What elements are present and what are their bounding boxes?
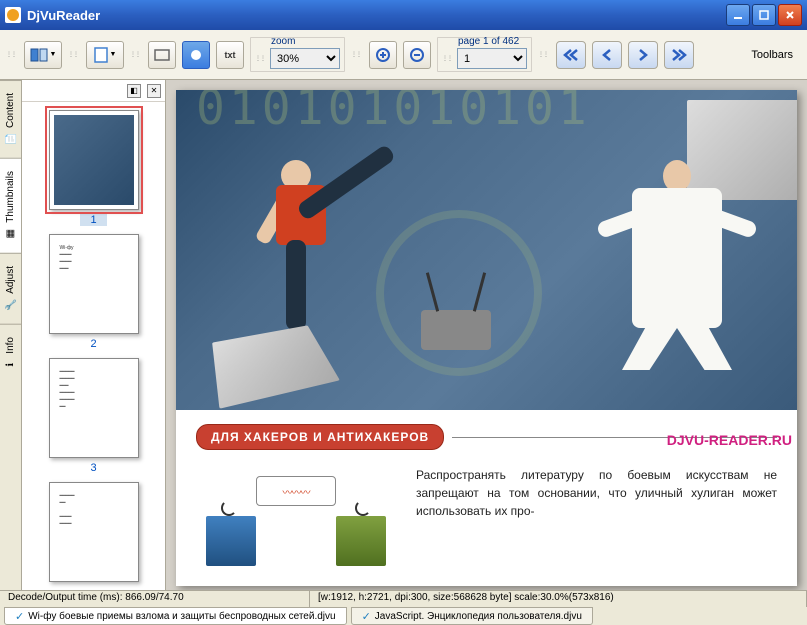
app-title: DjVuReader [27, 8, 726, 23]
thumb-image[interactable]: ━━━━━━━━━━━━━━━ [49, 482, 139, 582]
page-select[interactable]: 1 [457, 48, 527, 69]
last-page-button[interactable] [664, 41, 694, 69]
prev-page-button[interactable] [592, 41, 622, 69]
thumbnails-icon: ▦ [4, 227, 18, 241]
next-page-button[interactable] [628, 41, 658, 69]
toolbar-grip[interactable]: ⋮⋮ [351, 51, 361, 58]
view-mode-button[interactable]: ▼ [24, 41, 62, 69]
tab-adjust[interactable]: 🔧 Adjust [0, 253, 21, 324]
thumbnail-panel: ◧ ✕ 1 Wi-фу━━━━━━━━━━━ 2 ━━━━━━━━━━━━━━━… [22, 80, 166, 590]
status-info: [w:1912, h:2721, dpi:300, size:568628 by… [310, 591, 807, 607]
page-label: page 1 of 462 [458, 36, 519, 47]
toolbar-grip[interactable]: ⋮⋮ [538, 51, 548, 58]
adjust-icon: 🔧 [4, 298, 18, 312]
page-layout-button[interactable]: ▼ [86, 41, 124, 69]
close-button[interactable] [778, 4, 802, 26]
banner-text: ДЛЯ ХАКЕРОВ И АНТИХАКЕРОВ [196, 424, 444, 450]
document-viewport[interactable]: ДЛЯ ХАКЕРОВ И АНТИХАКЕРОВ DJVU-READER.RU… [166, 80, 807, 590]
page-cover-image [176, 90, 797, 410]
thumb-image[interactable] [49, 110, 139, 210]
zoom-out-button[interactable] [403, 41, 431, 69]
check-icon: ✓ [362, 610, 371, 623]
titlebar: DjVuReader [0, 0, 807, 30]
toolbar-grip[interactable]: ⋮⋮ [255, 55, 265, 62]
status-bar: Decode/Output time (ms): 866.09/74.70 [w… [0, 590, 807, 607]
tab-thumbnails[interactable]: ▦ Thumbnails [0, 158, 21, 253]
network-diagram: 〰〰〰 [196, 466, 396, 566]
toolbar-grip[interactable]: ⋮⋮ [442, 55, 452, 62]
thumb-number: 2 [90, 338, 96, 350]
tab-info[interactable]: ℹ Info [0, 324, 21, 384]
content-icon: 📄 [4, 132, 18, 146]
fullscreen-button[interactable] [148, 41, 176, 69]
thumb-item[interactable]: Wi-фу━━━━━━━━━━━ 2 [30, 234, 157, 350]
thumb-close-button[interactable]: ✕ [147, 84, 161, 98]
side-tabs: 📄 Content ▦ Thumbnails 🔧 Adjust ℹ Info [0, 80, 22, 590]
doc-tab-label: JavaScript. Энциклопедия пользователя.dj… [375, 611, 582, 622]
thumb-panel-header: ◧ ✕ [22, 80, 165, 102]
toolbars-menu[interactable]: Toolbars [743, 49, 801, 61]
text-mode-button[interactable]: txt [216, 41, 244, 69]
thumb-list[interactable]: 1 Wi-фу━━━━━━━━━━━ 2 ━━━━━━━━━━━━━━━━━━━… [22, 102, 165, 588]
thumb-item[interactable]: 1 [30, 110, 157, 226]
thumb-item[interactable]: ━━━━━━━━━━━━━━━ [30, 482, 157, 582]
thumb-image[interactable]: ━━━━━━━━━━━━━━━━━━━━━━━━━ [49, 358, 139, 458]
toolbar-grip[interactable]: ⋮⋮ [68, 51, 78, 58]
thumb-number: 1 [80, 214, 106, 226]
first-page-button[interactable] [556, 41, 586, 69]
thumb-item[interactable]: ━━━━━━━━━━━━━━━━━━━━━━━━━ 3 [30, 358, 157, 474]
info-icon: ℹ [4, 357, 18, 371]
doc-tab[interactable]: ✓ JavaScript. Энциклопедия пользователя.… [351, 607, 593, 625]
toolbar: ⋮⋮ ▼ ⋮⋮ ▼ ⋮⋮ txt ⋮⋮ zoom 30% ⋮⋮ ⋮⋮ page … [0, 30, 807, 80]
toolbar-grip[interactable]: ⋮⋮ [6, 51, 16, 58]
watermark: DJVU-READER.RU [667, 432, 792, 448]
doc-tab-label: Wi-фу боевые приемы взлома и защиты бесп… [28, 611, 335, 622]
zoom-label: zoom [271, 36, 295, 47]
app-icon [5, 7, 21, 23]
page-render: ДЛЯ ХАКЕРОВ И АНТИХАКЕРОВ DJVU-READER.RU… [176, 90, 797, 586]
main-area: 📄 Content ▦ Thumbnails 🔧 Adjust ℹ Info ◧… [0, 80, 807, 590]
chevron-down-icon: ▼ [50, 51, 57, 58]
tab-content[interactable]: 📄 Content [0, 80, 21, 158]
txt-label: txt [225, 50, 236, 60]
thumb-options-button[interactable]: ◧ [127, 84, 141, 98]
zoom-in-button[interactable] [369, 41, 397, 69]
status-decode: Decode/Output time (ms): 866.09/74.70 [0, 591, 310, 607]
minimize-button[interactable] [726, 4, 750, 26]
thumb-image[interactable]: Wi-фу━━━━━━━━━━━ [49, 234, 139, 334]
maximize-button[interactable] [752, 4, 776, 26]
zoom-select[interactable]: 30% [270, 48, 340, 69]
chevron-down-icon: ▼ [110, 51, 117, 58]
thumb-number: 3 [90, 462, 96, 474]
toolbar-grip[interactable]: ⋮⋮ [130, 51, 140, 58]
body-paragraph: Распространять литературу по боевым иску… [416, 466, 777, 566]
color-mode-button[interactable] [182, 41, 210, 69]
check-icon: ✓ [15, 610, 24, 623]
doc-tab[interactable]: ✓ Wi-фу боевые приемы взлома и защиты бе… [4, 607, 347, 625]
document-tabs: ✓ Wi-фу боевые приемы взлома и защиты бе… [0, 607, 807, 625]
page-lower: 〰〰〰 Распространять литературу по боевым … [176, 458, 797, 586]
